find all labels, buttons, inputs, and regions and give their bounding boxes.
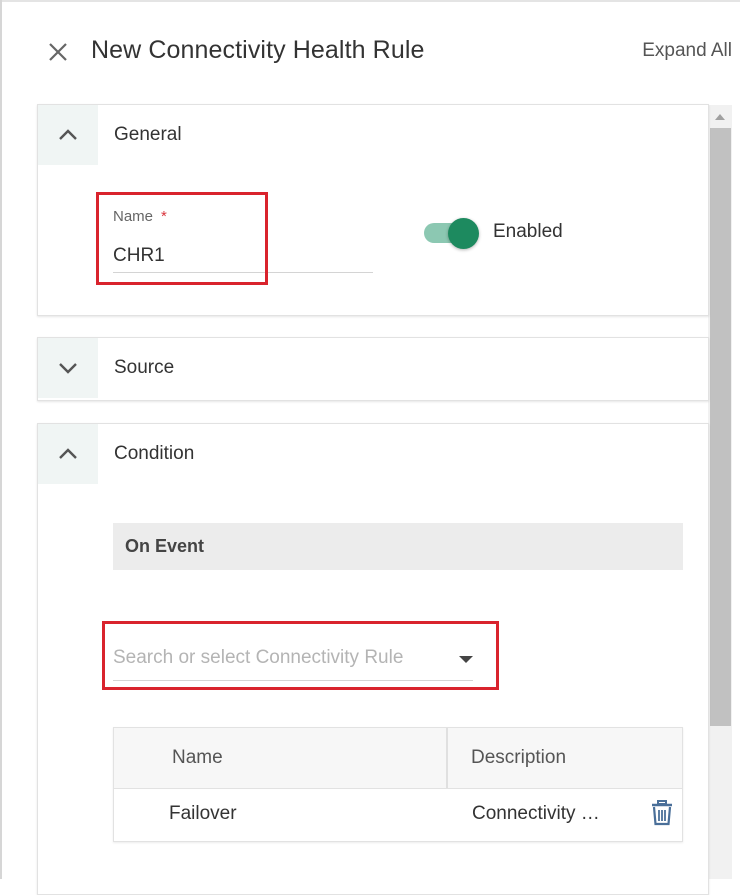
condition-collapse-toggle[interactable] [38,424,98,484]
rule-select-highlight [102,621,499,690]
window-top-border [0,0,740,2]
expand-all-link[interactable]: Expand All [642,40,732,62]
page-title: New Connectivity Health Rule [91,36,425,64]
chevron-down-icon [59,363,77,374]
table-row[interactable]: Failover Connectivity Rule [114,789,682,841]
enabled-toggle[interactable] [448,218,479,249]
rules-table: Name Description Failover Connectivity R… [113,727,683,842]
name-field-highlight [96,192,268,285]
trash-icon[interactable] [651,800,673,826]
scrollbar-thumb[interactable] [710,128,731,726]
chevron-up-icon [59,129,77,140]
source-section-title: Source [114,357,175,378]
column-header-name[interactable]: Name [172,747,223,769]
scroll-up-arrow-icon[interactable] [709,107,731,127]
window-left-border [0,0,2,879]
source-expand-toggle[interactable] [38,338,98,398]
enabled-label: Enabled [493,221,563,242]
close-icon[interactable] [44,38,72,66]
row-description-cell: Connectivity Rule [472,803,612,824]
on-event-header: On Event [113,523,683,570]
column-divider[interactable] [446,728,448,788]
on-event-label: On Event [125,536,205,556]
table-header: Name Description [114,728,682,789]
chevron-up-icon [59,448,77,459]
row-name-cell: Failover [169,803,237,824]
general-collapse-toggle[interactable] [38,105,98,165]
condition-section-title: Condition [114,443,195,464]
general-section-title: General [114,124,182,145]
source-section: Source [37,337,709,401]
column-header-description[interactable]: Description [471,747,566,769]
